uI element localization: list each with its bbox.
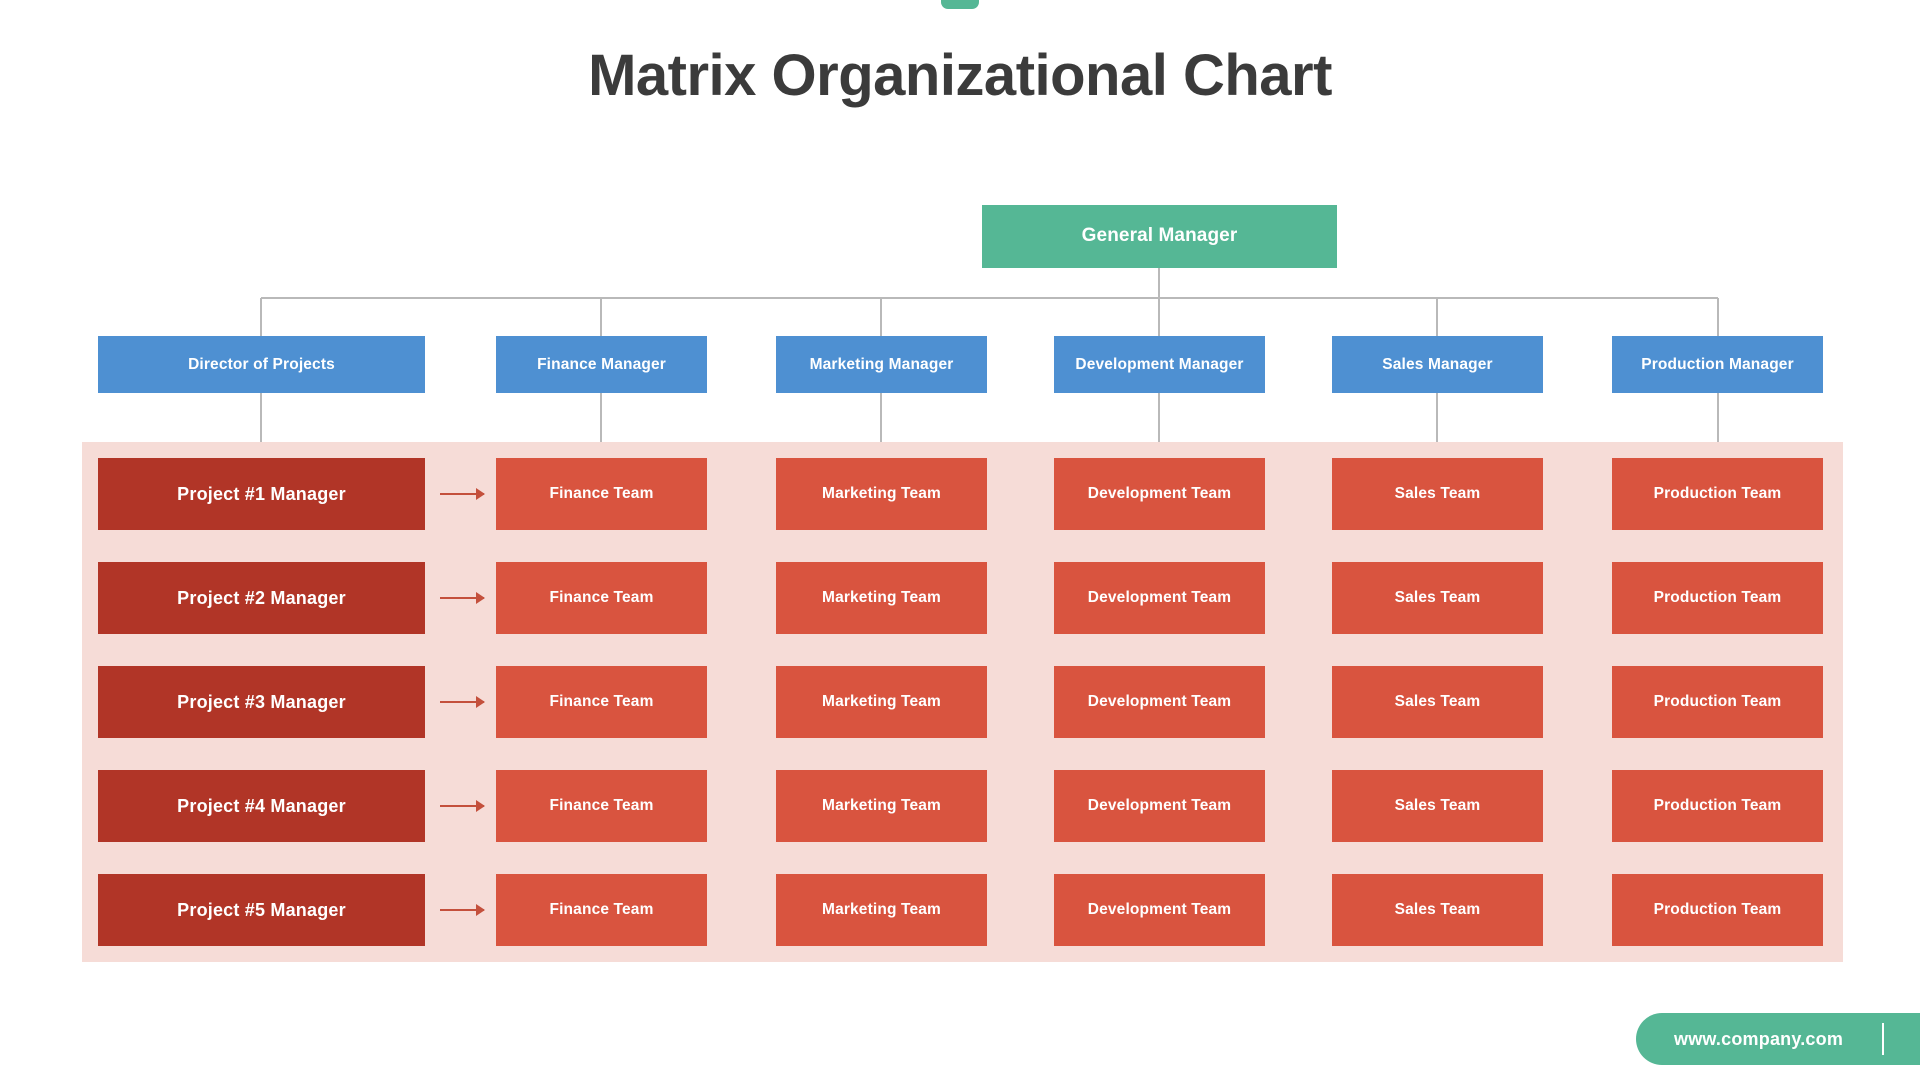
node-label: Project #1 Manager xyxy=(177,483,346,504)
node-production-team[interactable]: Production Team xyxy=(1612,666,1823,738)
node-label: Director of Projects xyxy=(188,355,335,373)
node-label: Development Team xyxy=(1087,901,1232,919)
website-badge[interactable]: www.company.com xyxy=(1636,1013,1920,1065)
node-development-team[interactable]: Development Team xyxy=(1054,874,1265,946)
arrow-icon xyxy=(440,696,485,708)
node-finance-team[interactable]: Finance Team xyxy=(496,458,707,530)
website-url: www.company.com xyxy=(1674,1028,1844,1049)
node-label: Marketing Team xyxy=(822,901,941,919)
node-project-1-manager[interactable]: Project #1 Manager xyxy=(98,458,425,530)
node-development-team[interactable]: Development Team xyxy=(1054,770,1265,842)
node-label: Production Team xyxy=(1653,901,1782,919)
node-finance-manager[interactable]: Finance Manager xyxy=(496,336,707,393)
node-label: Sales Team xyxy=(1394,589,1481,607)
arrow-icon xyxy=(440,800,485,812)
node-label: Production Team xyxy=(1653,797,1782,815)
node-label: Development Manager xyxy=(1075,355,1244,373)
node-label: Finance Team xyxy=(549,589,654,607)
node-label: Development Team xyxy=(1087,485,1232,503)
node-label: General Manager xyxy=(1081,225,1238,247)
node-label: Production Team xyxy=(1653,589,1782,607)
node-label: Production Team xyxy=(1653,693,1782,711)
node-finance-team[interactable]: Finance Team xyxy=(496,666,707,738)
node-development-team[interactable]: Development Team xyxy=(1054,666,1265,738)
node-finance-team[interactable]: Finance Team xyxy=(496,874,707,946)
arrow-icon xyxy=(440,904,485,916)
node-production-manager[interactable]: Production Manager xyxy=(1612,336,1823,393)
node-development-team[interactable]: Development Team xyxy=(1054,562,1265,634)
page-title: Matrix Organizational Chart xyxy=(588,43,1332,108)
node-label: Marketing Team xyxy=(822,797,941,815)
node-sales-team[interactable]: Sales Team xyxy=(1332,874,1543,946)
node-project-3-manager[interactable]: Project #3 Manager xyxy=(98,666,425,738)
node-label: Development Team xyxy=(1087,693,1232,711)
decorative-top-tab xyxy=(941,0,979,9)
badge-divider xyxy=(1882,1023,1884,1055)
node-production-team[interactable]: Production Team xyxy=(1612,458,1823,530)
node-sales-team[interactable]: Sales Team xyxy=(1332,458,1543,530)
node-sales-team[interactable]: Sales Team xyxy=(1332,666,1543,738)
node-marketing-team[interactable]: Marketing Team xyxy=(776,458,987,530)
node-label: Marketing Manager xyxy=(809,355,954,373)
node-production-team[interactable]: Production Team xyxy=(1612,562,1823,634)
node-label: Marketing Team xyxy=(822,589,941,607)
node-director-of-projects[interactable]: Director of Projects xyxy=(98,336,425,393)
node-label: Finance Team xyxy=(549,485,654,503)
node-label: Finance Team xyxy=(549,901,654,919)
node-label: Sales Team xyxy=(1394,485,1481,503)
node-label: Project #5 Manager xyxy=(177,899,346,920)
node-label: Sales Manager xyxy=(1382,355,1493,373)
node-production-team[interactable]: Production Team xyxy=(1612,874,1823,946)
node-development-manager[interactable]: Development Manager xyxy=(1054,336,1265,393)
node-marketing-manager[interactable]: Marketing Manager xyxy=(776,336,987,393)
node-label: Marketing Team xyxy=(822,693,941,711)
node-finance-team[interactable]: Finance Team xyxy=(496,562,707,634)
node-production-team[interactable]: Production Team xyxy=(1612,770,1823,842)
node-marketing-team[interactable]: Marketing Team xyxy=(776,562,987,634)
node-marketing-team[interactable]: Marketing Team xyxy=(776,666,987,738)
node-marketing-team[interactable]: Marketing Team xyxy=(776,770,987,842)
node-sales-team[interactable]: Sales Team xyxy=(1332,562,1543,634)
node-finance-team[interactable]: Finance Team xyxy=(496,770,707,842)
node-label: Sales Team xyxy=(1394,901,1481,919)
node-project-5-manager[interactable]: Project #5 Manager xyxy=(98,874,425,946)
node-label: Production Manager xyxy=(1641,355,1794,373)
node-marketing-team[interactable]: Marketing Team xyxy=(776,874,987,946)
node-sales-team[interactable]: Sales Team xyxy=(1332,770,1543,842)
node-label: Project #4 Manager xyxy=(177,795,346,816)
node-label: Production Team xyxy=(1653,485,1782,503)
node-development-team[interactable]: Development Team xyxy=(1054,458,1265,530)
arrow-icon xyxy=(440,592,485,604)
node-label: Project #2 Manager xyxy=(177,587,346,608)
arrow-icon xyxy=(440,488,485,500)
node-label: Finance Team xyxy=(549,693,654,711)
node-label: Finance Team xyxy=(549,797,654,815)
node-label: Finance Manager xyxy=(537,355,666,373)
node-general-manager[interactable]: General Manager xyxy=(982,205,1337,268)
node-label: Development Team xyxy=(1087,797,1232,815)
slide-canvas: Matrix Organizational Chart General Mana… xyxy=(0,0,1920,1080)
node-project-4-manager[interactable]: Project #4 Manager xyxy=(98,770,425,842)
node-sales-manager[interactable]: Sales Manager xyxy=(1332,336,1543,393)
node-label: Project #3 Manager xyxy=(177,691,346,712)
node-label: Sales Team xyxy=(1394,693,1481,711)
node-project-2-manager[interactable]: Project #2 Manager xyxy=(98,562,425,634)
node-label: Development Team xyxy=(1087,589,1232,607)
node-label: Marketing Team xyxy=(822,485,941,503)
node-label: Sales Team xyxy=(1394,797,1481,815)
